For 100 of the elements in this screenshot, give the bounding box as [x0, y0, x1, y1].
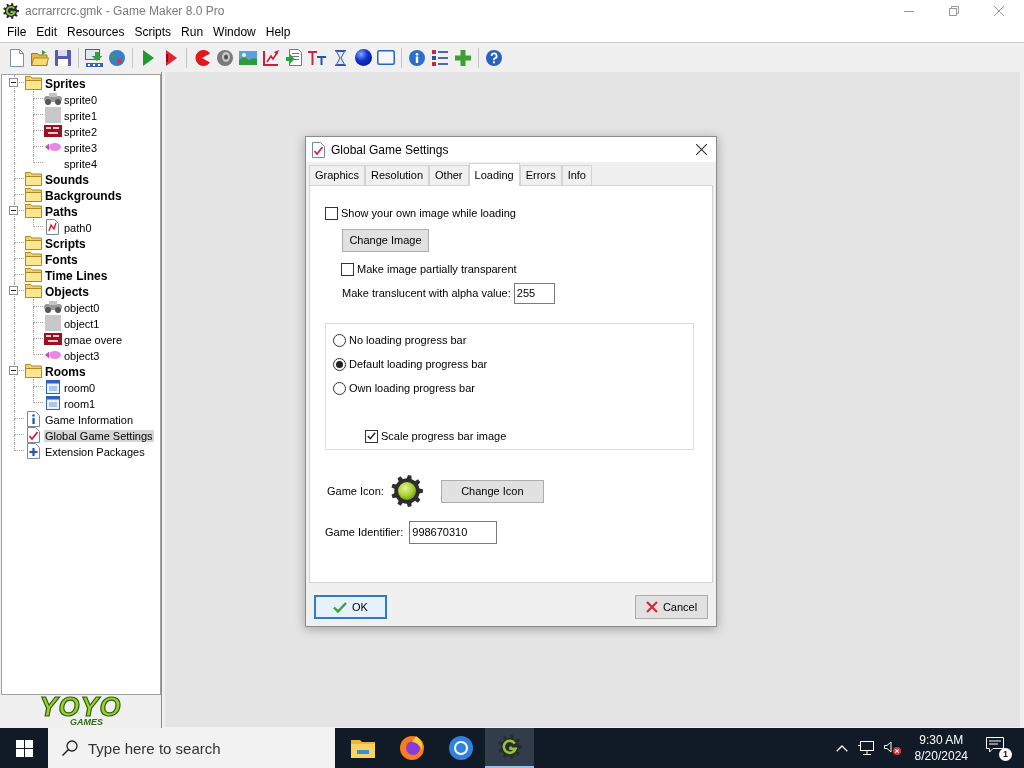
chevron-up-icon[interactable] — [835, 744, 848, 752]
window-icon[interactable] — [377, 50, 395, 65]
game-identifier-field[interactable]: 998670310 — [409, 521, 498, 544]
tree-item[interactable]: Game Information — [44, 414, 135, 426]
change-icon-button[interactable]: Change Icon — [440, 479, 544, 503]
document-arrow-icon[interactable] — [286, 49, 302, 66]
clock-date[interactable]: 8/20/2024 — [914, 748, 968, 764]
collapse-icon[interactable] — [9, 78, 18, 87]
checkbox[interactable] — [341, 262, 354, 276]
tree-item[interactable]: gmae overe — [63, 334, 124, 346]
tree-item[interactable]: sprite0 — [63, 94, 99, 106]
folder-icon — [25, 204, 42, 218]
minimize-icon[interactable] — [903, 10, 914, 12]
change-image-button[interactable]: Change Image — [342, 229, 429, 252]
muted-speaker-icon[interactable] — [883, 741, 901, 755]
globe-icon[interactable] — [109, 49, 125, 66]
logo-tagline: GAMES — [70, 717, 103, 727]
notification-icon[interactable] — [986, 737, 1004, 753]
taskbar-app-button[interactable] — [485, 728, 534, 768]
check-document-icon — [27, 427, 40, 443]
folder-open-icon[interactable] — [31, 49, 49, 66]
checkbox[interactable] — [365, 429, 378, 443]
tree-item[interactable]: sprite4 — [63, 158, 99, 170]
tab[interactable]: Resolution — [365, 165, 429, 185]
ring-icon — [448, 736, 473, 760]
search-field[interactable]: Type here to search — [48, 728, 335, 768]
radio-button[interactable] — [333, 357, 346, 371]
tab[interactable]: Other — [429, 165, 469, 185]
clock-time[interactable]: 9:30 AM — [919, 732, 964, 748]
folder-icon — [25, 364, 42, 378]
menu-item[interactable]: Scripts — [129, 23, 177, 41]
field-label: Make translucent with alpha value: — [342, 286, 511, 302]
tree-item[interactable]: sprite1 — [63, 110, 99, 122]
tree-folder[interactable]: Scripts — [44, 237, 87, 251]
restore-icon[interactable] — [948, 6, 959, 16]
close-icon[interactable] — [696, 144, 707, 155]
play-icon[interactable] — [165, 49, 177, 66]
tree-folder[interactable]: Sounds — [44, 173, 90, 187]
window-title: acrrarrcrc.gmk - Game Maker 8.0 Pro — [25, 3, 225, 20]
tree-folder[interactable]: Objects — [44, 285, 90, 299]
tree-item[interactable]: Global Game Settings — [44, 430, 154, 442]
menu-item[interactable]: Run — [176, 23, 209, 41]
tab[interactable]: Loading — [468, 163, 520, 186]
tree-item[interactable]: path0 — [63, 222, 93, 234]
document-icon[interactable] — [10, 48, 24, 67]
collapse-icon[interactable] — [9, 286, 18, 295]
help-icon[interactable] — [486, 49, 502, 66]
menu-item[interactable]: File — [2, 23, 32, 41]
gear-icon — [497, 735, 522, 759]
windows-logo-icon[interactable] — [15, 739, 33, 757]
dialog-title: Global Game Settings — [331, 141, 449, 159]
hourglass-icon[interactable] — [334, 49, 346, 66]
menu-item[interactable]: Edit — [31, 23, 63, 41]
ok-button[interactable]: OK — [314, 595, 387, 619]
font-icon[interactable] — [308, 50, 326, 65]
tab[interactable]: Errors — [519, 165, 562, 185]
menu-item[interactable]: Help — [260, 23, 296, 41]
tree-folder[interactable]: Fonts — [44, 253, 79, 267]
list-icon[interactable] — [432, 49, 448, 66]
tree-item[interactable]: Extension Packages — [44, 446, 146, 458]
collapse-icon[interactable] — [9, 366, 18, 375]
tree-item[interactable]: object0 — [63, 302, 101, 314]
chart-arrow-icon[interactable] — [263, 49, 279, 66]
folder-icon — [25, 268, 42, 282]
ball-icon[interactable] — [354, 49, 372, 66]
monitor-download-icon[interactable] — [85, 48, 103, 67]
menu-item[interactable]: Resources — [62, 23, 130, 41]
collapse-icon[interactable] — [9, 206, 18, 215]
tree-folder[interactable]: Rooms — [44, 365, 87, 379]
cancel-button[interactable]: Cancel — [635, 595, 708, 619]
tree-item[interactable]: room0 — [63, 382, 97, 394]
alpha-value-field[interactable]: 255 — [513, 283, 555, 304]
tree-item[interactable]: sprite2 — [63, 126, 99, 138]
tree-folder[interactable]: Sprites — [44, 77, 87, 91]
tab[interactable]: Graphics — [309, 165, 366, 185]
window-icon — [45, 380, 60, 394]
tree-item[interactable]: room1 — [63, 398, 97, 410]
radio-button[interactable] — [333, 333, 346, 347]
radio-button[interactable] — [333, 381, 346, 395]
landscape-icon[interactable] — [239, 50, 257, 65]
info-icon[interactable] — [409, 49, 425, 66]
plus-document-icon — [27, 443, 40, 459]
radio-label: Own loading progress bar — [349, 380, 475, 396]
plus-icon[interactable] — [455, 49, 471, 66]
folder-icon — [25, 284, 42, 298]
tab[interactable]: Info — [561, 165, 592, 185]
tree-folder[interactable]: Time Lines — [44, 269, 109, 283]
tree-folder[interactable]: Backgrounds — [44, 189, 123, 203]
tree-item[interactable]: object3 — [63, 350, 101, 362]
square-thumbnail-icon — [44, 315, 61, 331]
tree-folder[interactable]: Paths — [44, 205, 79, 219]
network-icon[interactable] — [857, 741, 874, 755]
checkbox[interactable] — [325, 206, 338, 220]
cross-icon — [645, 601, 658, 613]
pacman-icon[interactable] — [194, 49, 210, 66]
menu-item[interactable]: Window — [208, 23, 261, 41]
tree-item[interactable]: sprite3 — [63, 142, 99, 154]
tree-item[interactable]: object1 — [63, 318, 101, 330]
field-label: Game Identifier: — [325, 525, 404, 541]
speaker-icon[interactable] — [217, 49, 233, 66]
